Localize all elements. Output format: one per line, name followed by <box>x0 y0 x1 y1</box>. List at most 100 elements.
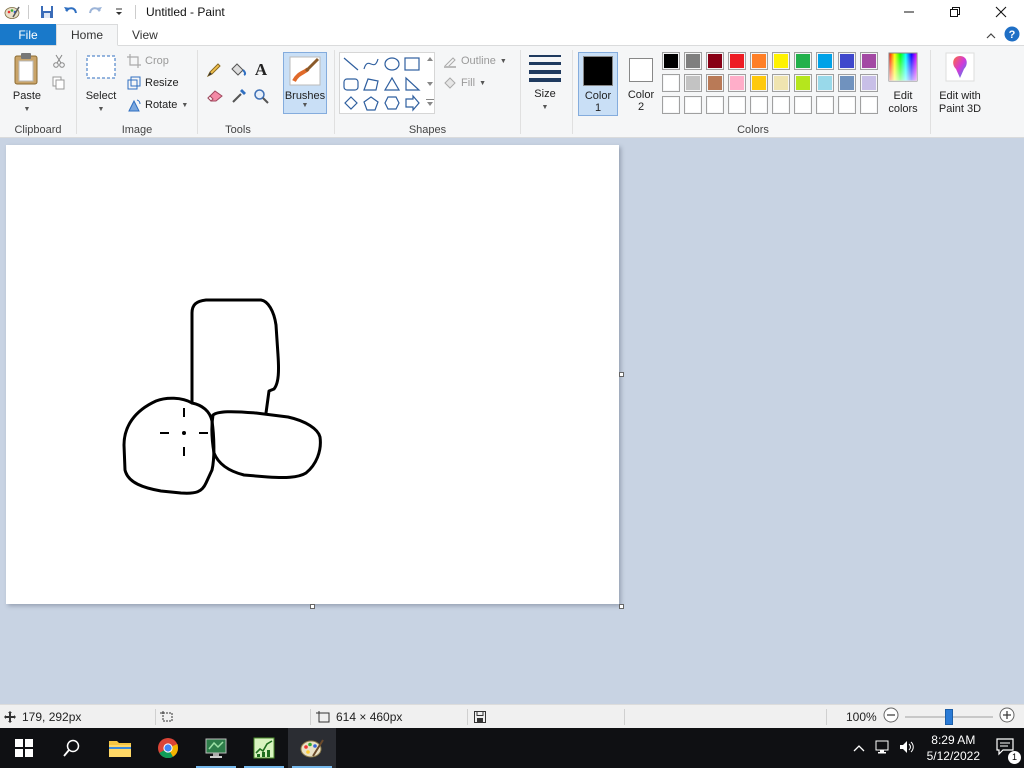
palette-swatch[interactable] <box>706 52 724 70</box>
disk-icon <box>474 710 486 723</box>
redo-icon[interactable] <box>85 2 105 22</box>
resize-button[interactable]: Resize <box>127 76 179 90</box>
palette-swatch[interactable] <box>860 96 878 114</box>
palette-swatch[interactable] <box>860 52 878 70</box>
help-icon[interactable]: ? <box>1004 26 1020 45</box>
palette-swatch[interactable] <box>662 96 680 114</box>
colors-group-label: Colors <box>737 124 769 136</box>
size-button[interactable]: Size ▼ <box>525 52 565 114</box>
zoom-slider-thumb[interactable] <box>944 708 953 725</box>
palette-swatch[interactable] <box>838 74 856 92</box>
text-tool-icon[interactable]: A <box>253 60 269 81</box>
palette-swatch[interactable] <box>816 74 834 92</box>
paste-icon <box>14 53 38 85</box>
zoom-in-icon[interactable] <box>999 707 1015 726</box>
search-button[interactable] <box>48 728 96 768</box>
palette-swatch[interactable] <box>684 52 702 70</box>
palette-swatch[interactable] <box>728 52 746 70</box>
system-tray: 8:29 AM 5/12/2022 1 <box>853 728 1024 768</box>
palette-swatch[interactable] <box>662 52 680 70</box>
eraser-icon[interactable] <box>206 88 224 105</box>
chrome-button[interactable] <box>144 728 192 768</box>
resize-label: Resize <box>145 77 179 89</box>
canvas-size-icon <box>316 710 330 722</box>
shapes-gallery[interactable] <box>339 52 435 114</box>
palette-swatch-color <box>796 98 810 112</box>
fill-bucket-icon[interactable] <box>229 62 247 81</box>
tab-file[interactable]: File <box>0 24 56 45</box>
edit-with-paint3d-button[interactable]: Edit with Paint 3D <box>932 52 988 116</box>
paint-taskbar-button[interactable] <box>288 728 336 768</box>
cut-icon[interactable] <box>52 54 66 71</box>
zoom-slider[interactable] <box>904 708 993 725</box>
palette-swatch-color <box>862 98 876 112</box>
palette-swatch[interactable] <box>684 74 702 92</box>
customize-qat-chevron-icon[interactable] <box>109 2 129 22</box>
select-button[interactable]: Select ▼ <box>81 54 121 116</box>
save-icon[interactable] <box>37 2 57 22</box>
restore-button[interactable] <box>932 0 978 24</box>
remote-desktop-button[interactable] <box>192 728 240 768</box>
palette-swatch[interactable] <box>794 74 812 92</box>
palette-swatch[interactable] <box>750 96 768 114</box>
zoom-out-icon[interactable] <box>883 707 899 726</box>
file-explorer-button[interactable] <box>96 728 144 768</box>
edit-colors-button[interactable]: Edit colors <box>883 52 923 116</box>
palette-swatch[interactable] <box>772 96 790 114</box>
crop-button[interactable]: Crop <box>127 54 169 68</box>
edit-colors-label-2: colors <box>888 103 918 115</box>
collapse-ribbon-chevron-icon[interactable] <box>986 29 996 43</box>
notifications-button[interactable]: 1 <box>996 737 1021 764</box>
palette-swatch[interactable] <box>728 74 746 92</box>
palette-swatch[interactable] <box>750 74 768 92</box>
start-button[interactable] <box>0 728 48 768</box>
palette-swatch[interactable] <box>728 96 746 114</box>
paint-app-icon[interactable] <box>2 2 22 22</box>
palette-swatch[interactable] <box>838 96 856 114</box>
palette-swatch[interactable] <box>684 96 702 114</box>
clock[interactable]: 8:29 AM 5/12/2022 <box>927 732 980 764</box>
close-button[interactable] <box>978 0 1024 24</box>
palette-swatch[interactable] <box>750 52 768 70</box>
canvas-resize-handle-right[interactable] <box>619 372 624 377</box>
copy-icon[interactable] <box>52 76 66 93</box>
pencil-icon[interactable] <box>206 62 222 81</box>
task-manager-button[interactable] <box>240 728 288 768</box>
palette-swatch[interactable] <box>794 52 812 70</box>
outline-button[interactable]: Outline ▼ <box>443 54 507 68</box>
color-picker-icon[interactable] <box>231 88 247 107</box>
canvas-resize-handle-bottom[interactable] <box>310 604 315 609</box>
zoom-controls: 100% <box>846 705 1015 729</box>
minimize-button[interactable] <box>886 0 932 24</box>
palette-swatch[interactable] <box>816 52 834 70</box>
palette-swatch[interactable] <box>706 96 724 114</box>
tab-home[interactable]: Home <box>56 24 119 46</box>
palette-swatch[interactable] <box>772 74 790 92</box>
canvas-resize-handle-corner[interactable] <box>619 604 624 609</box>
brushes-button[interactable]: Brushes ▼ <box>283 52 327 114</box>
network-icon[interactable] <box>875 740 891 757</box>
volume-icon[interactable] <box>899 740 915 757</box>
paste-button[interactable]: Paste ▼ <box>6 52 48 116</box>
palette-swatch-color <box>818 54 832 68</box>
color2-button[interactable]: Color 2 <box>621 52 661 116</box>
rotate-button[interactable]: Rotate ▼ <box>127 98 188 112</box>
palette-swatch[interactable] <box>838 52 856 70</box>
window-controls <box>886 0 1024 24</box>
color1-button[interactable]: Color 1 <box>578 52 618 116</box>
palette-swatch[interactable] <box>772 52 790 70</box>
tab-view[interactable]: View <box>118 24 172 45</box>
magnifier-icon[interactable] <box>253 88 269 107</box>
palette-swatch[interactable] <box>816 96 834 114</box>
palette-swatch[interactable] <box>706 74 724 92</box>
fill-button[interactable]: Fill ▼ <box>443 76 486 90</box>
palette-swatch[interactable] <box>662 74 680 92</box>
drawing-canvas[interactable] <box>6 145 619 604</box>
show-hidden-icons-chevron-icon[interactable] <box>853 741 865 755</box>
select-icon <box>86 55 116 79</box>
undo-icon[interactable] <box>61 2 81 22</box>
palette-swatch[interactable] <box>794 96 812 114</box>
palette-swatch-color <box>686 98 700 112</box>
palette-swatch[interactable] <box>860 74 878 92</box>
brushes-dropdown-icon: ▼ <box>301 102 309 109</box>
